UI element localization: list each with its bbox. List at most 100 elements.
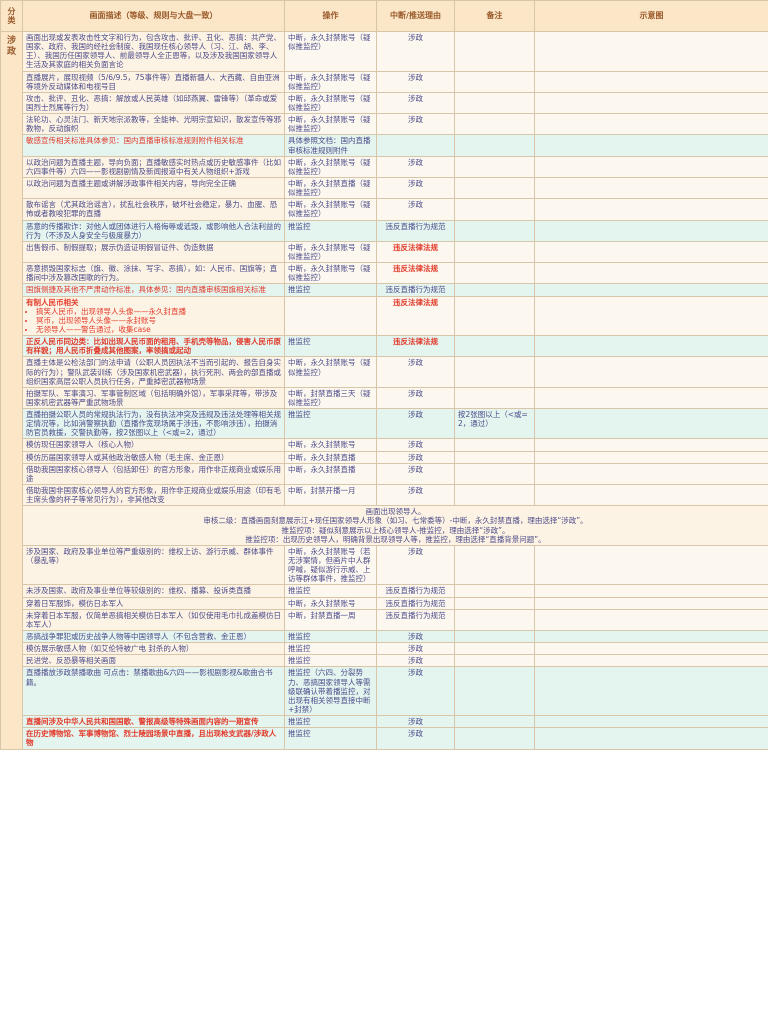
description-cell: 攻击、批评、丑化、恶搞：解放或人民英雄（如邱燕翼、雷锋等）（革命或爱国烈士烈属等… <box>22 91 285 115</box>
description-cell: 国旗侧捷及其他不严肃动作标准，具体参见：国内直播审核国旗相关标准 <box>22 283 285 297</box>
description-cell: 直播展片，展现视频（5/6/9.5，75事件等）直播新疆人、大西藏、自由亚洲等境… <box>22 70 285 93</box>
description-text: 出售假币、制假提取；展示伪造证明假冒证件、伪造数据 <box>26 242 214 252</box>
table-row: 借助我国国家核心领导人（包括卸任）的官方形象，用作非正规商业或娱乐用途 中断，永久… <box>1 462 768 486</box>
operation-cell: 中断，永久封禁账号（疑似推监控） <box>284 155 377 178</box>
remarks-cell <box>454 240 535 264</box>
remarks-cell <box>454 176 535 200</box>
operation-cell: 中断，封禁直播一周 <box>284 608 377 632</box>
table-row: 直播间涉及中华人民共和国国歌、警报高级等特殊画面内容的一期宣传 推监控 涉政 <box>1 715 768 729</box>
reason-cell: 涉政 <box>376 198 455 221</box>
reason-cell: 涉政 <box>376 450 455 464</box>
remarks-cell <box>454 642 535 656</box>
span-row: 画面出现领导人。 审核二级：直播画面刻意展示江+现任国家领导人形象（如习、七常委等… <box>1 505 768 546</box>
operation-cell: 中断，封禁直播三天（疑似推监控） <box>284 386 377 410</box>
description-text: 民进党、反恐暴等相关画面 <box>26 656 116 666</box>
illustration-cell <box>534 91 768 115</box>
reason-cell: 违反直播行为规范 <box>376 608 455 632</box>
description-text: 模仿现任国家领导人（核心人物） <box>26 440 139 450</box>
operation-cell: 中断，封禁开播一月 <box>284 484 377 507</box>
table-row: 穿着日军服饰，模仿日本军人 中断，永久封禁账号 违反直播行为规范 <box>1 596 768 610</box>
description-text: 法轮功、心灵法门、新天地宗派教等，全能神、光明宗宣知识，散发宣传等邪教物，反动旗… <box>26 115 281 134</box>
remarks-cell <box>454 608 535 632</box>
description-text: 国旗侧捷及其他不严肃动作标准，具体参见：国内直播审核国旗相关标准 <box>26 285 266 295</box>
reason-cell: 涉政 <box>376 666 455 717</box>
operation-cell: 中断，永久封禁账号（疑似推监控） <box>284 113 377 136</box>
description-text: 未穿着日本军服，仅简单恶搞相关模仿日本军人（如仅使用毛巾扎成盖模仿日本军人） <box>26 610 281 629</box>
description-cell: 画面出现或发表攻击性文字和行为，包含攻击、批评、丑化、恶搞：共产党、国家、政府、… <box>22 31 285 72</box>
reason-cell: 涉政 <box>376 91 455 115</box>
reason-cell: 违反直播行为规范 <box>376 283 455 297</box>
reason-cell: 涉政 <box>376 31 455 72</box>
remarks-cell <box>454 91 535 115</box>
reason-cell: 涉政 <box>376 462 455 486</box>
description-cell: 散布谣言（尤其政治谣言），扰乱社会秩序，破坏社会稳定，暴力、血腥、恐怖或者教唆犯… <box>22 198 285 221</box>
remarks-cell: 按2张图以上（<或=2，通过） <box>454 408 535 440</box>
description-text: 散布谣言（尤其政治谣言），扰乱社会秩序，破坏社会稳定，暴力、血腥、恐怖或者教唆犯… <box>26 200 278 219</box>
remarks-cell <box>454 654 535 668</box>
remarks-cell <box>454 727 535 750</box>
table-row: 模仿展示敏感人物（如艾伦特被广电 封杀的人物） 推监控 涉政 <box>1 642 768 656</box>
span-line3: 推监控项：出现历史领导人，明确背景出现领导人等，推监控，理由选择“直播背景问题”… <box>245 534 546 544</box>
description-cell: 拍摄军队、军事演习、军事管制区域（包括明确外馆），军事采拜等，带涉及国家机密武器… <box>22 386 285 410</box>
reason-cell: 涉政 <box>376 408 455 440</box>
illustration-cell <box>534 715 768 729</box>
list-item: 无领导人——警告通过，收集case <box>36 325 281 334</box>
illustration-cell <box>534 262 768 285</box>
remarks-cell <box>454 155 535 178</box>
header-description: 画面描述（等级、规则与大盘一致） <box>22 0 285 32</box>
illustration-cell <box>534 356 768 388</box>
description-text: 直播播放涉政禁播歌曲 可点击：禁播歌曲&六四——影视剧影视&歌曲合书籍。 <box>26 668 273 687</box>
description-text: 正反人民币同边类：比如出现人民币面的租用、手机壳等物品，侵害人民币原有样貌；用人… <box>26 337 281 356</box>
reason-cell: 违反法律法规 <box>376 295 455 337</box>
description-text: 直播拍摄公职人员的常规执法行为，没有执法冲突及违规及违法处理等相关规定情况等，比… <box>26 410 281 438</box>
illustration-cell <box>534 596 768 610</box>
remarks-cell <box>454 596 535 610</box>
table-row: 模仿历届国家领导人或其他政治敏感人物（毛主席、金正恩） 中断，永久封禁直播 涉政 <box>1 450 768 464</box>
table-row: 涉及国家、政府及事业单位等严重级别的：维权上访、游行示威、群体事件（暴乱等） 中断… <box>1 544 768 586</box>
list-item: 冥币，出现领导人头像——永封账号 <box>36 316 281 325</box>
operation-cell: 推监控 <box>284 219 377 242</box>
table-row: 国旗侧捷及其他不严肃动作标准，具体参见：国内直播审核国旗相关标准 推监控 违反直播行… <box>1 283 768 297</box>
description-cell: 法轮功、心灵法门、新天地宗派教等，全能神、光明宗宣知识，散发宣传等邪教物，反动旗… <box>22 113 285 136</box>
remarks-cell <box>454 630 535 644</box>
remarks-cell <box>454 715 535 729</box>
reason-cell: 涉政 <box>376 176 455 200</box>
span-line2: 推监控项：疑似刻意展示以上核心领导人-推监控，理由选择“涉政”。 <box>281 525 510 535</box>
illustration-cell <box>534 584 768 598</box>
reason-cell: 涉政 <box>376 544 455 586</box>
remarks-cell <box>454 113 535 136</box>
span-block: 画面出现领导人。 审核二级：直播画面刻意展示江+现任国家领导人形象（如习、七常委等… <box>22 505 768 546</box>
table-row: 有制人民币相关搞笑人民币，出现领导人头像——永久封直播冥币，出现领导人头像——永… <box>1 295 768 337</box>
remarks-cell <box>454 450 535 464</box>
reason-cell: 涉政 <box>376 715 455 729</box>
description-cell: 未穿着日本军服，仅简单恶搞相关模仿日本军人（如仅使用毛巾扎成盖模仿日本军人） <box>22 608 285 632</box>
description-cell: 有制人民币相关搞笑人民币，出现领导人头像——永久封直播冥币，出现领导人头像——永… <box>22 295 285 337</box>
description-cell: 出售假币、制假提取；展示伪造证明假冒证件、伪造数据 <box>22 240 285 264</box>
illustration-cell <box>534 240 768 264</box>
operation-cell: 推监控 <box>284 630 377 644</box>
operation-cell: 中断，永久封禁直播 <box>284 462 377 486</box>
operation-cell: 中断，永久封禁账号（疑似推监控） <box>284 70 377 93</box>
operation-cell: 中断，永久封禁账号（疑似推监控） <box>284 356 377 388</box>
description-cell: 直播拍摄公职人员的常规执法行为，没有执法冲突及违规及违法处理等相关规定情况等，比… <box>22 408 285 440</box>
category-cell: 涉政 <box>0 31 23 750</box>
remarks-cell <box>454 544 535 586</box>
illustration-cell <box>534 113 768 136</box>
operation-cell: 推监控 <box>284 335 377 358</box>
operation-cell: 推监控 <box>284 408 377 440</box>
description-cell: 恶意损毁国家标志（旗、徽、涂抹、写字、恶搞），如：人民币、国旗等；直播间中涉及篡… <box>22 262 285 285</box>
header-row: 分类 画面描述（等级、规则与大盘一致） 操作 中断/推送理由 备注 示意图 <box>0 0 768 32</box>
operation-cell: 中断，永久封禁账号（疑似推监控） <box>284 240 377 264</box>
policy-table: 分类 画面描述（等级、规则与大盘一致） 操作 中断/推送理由 备注 示意图 涉政… <box>0 0 768 750</box>
table-row: 模仿现任国家领导人（核心人物） 中断，永久封禁账号 涉政 <box>1 438 768 452</box>
table-row: 敏感宣传相关标准具体参见：国内直播审核标准规则附件相关标准 具体参照文档：国内直播… <box>1 134 768 157</box>
reason-cell: 违反法律法规 <box>376 240 455 264</box>
operation-cell: 具体参照文档：国内直播审核标准规则附件 <box>284 134 377 157</box>
reason-cell: 涉政 <box>376 484 455 507</box>
reason-cell: 涉政 <box>376 155 455 178</box>
illustration-cell <box>534 642 768 656</box>
remarks-cell <box>454 335 535 358</box>
reason-cell: 涉政 <box>376 727 455 750</box>
remarks-cell <box>454 462 535 486</box>
description-text: 未涉及国家、政府及事业单位等较级别的：维权、播募、投诉类直播 <box>26 586 251 596</box>
